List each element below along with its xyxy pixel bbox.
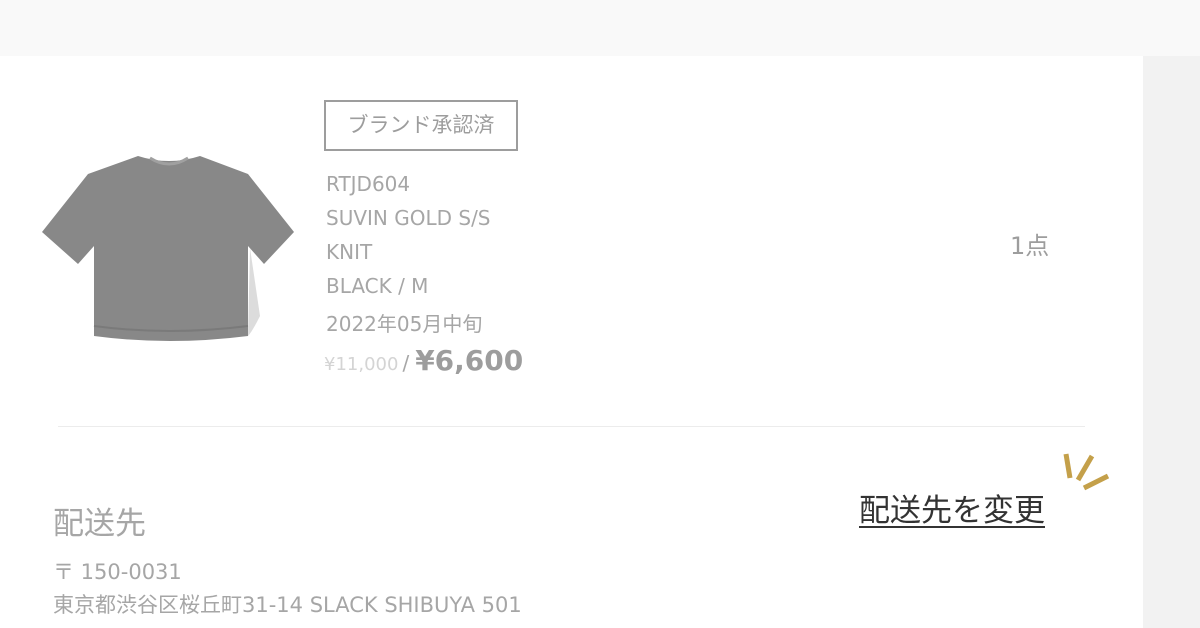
shipping-address: 東京都渋谷区桜丘町31-14 SLACK SHIBUYA 501 (53, 593, 522, 617)
section-divider (58, 426, 1085, 427)
sale-price: ¥6,600 (415, 344, 524, 377)
sparkle-icon (1063, 453, 1110, 491)
price-row: ¥11,000/¥6,600 (324, 344, 523, 384)
brand-approved-badge: ブランド承認済 (324, 100, 518, 151)
original-price: ¥11,000 (324, 354, 399, 375)
product-image[interactable] (38, 148, 300, 348)
product-name-line1: SUVIN GOLD S/S (326, 206, 491, 230)
delivery-date: 2022年05月中旬 (326, 312, 483, 336)
knit-tshirt-icon (42, 156, 294, 341)
change-shipping-link[interactable]: 配送先を変更 (859, 485, 1045, 530)
product-name-line2: KNIT (326, 240, 373, 264)
shipping-zip: 〒 150-0031 (53, 560, 182, 584)
shipping-title: 配送先 (53, 506, 146, 542)
product-variant: BLACK / M (326, 274, 429, 298)
price-separator: / (402, 351, 410, 375)
product-code: RTJD604 (326, 172, 411, 196)
quantity: 1点 (1010, 232, 1050, 260)
side-strip (1143, 56, 1200, 628)
